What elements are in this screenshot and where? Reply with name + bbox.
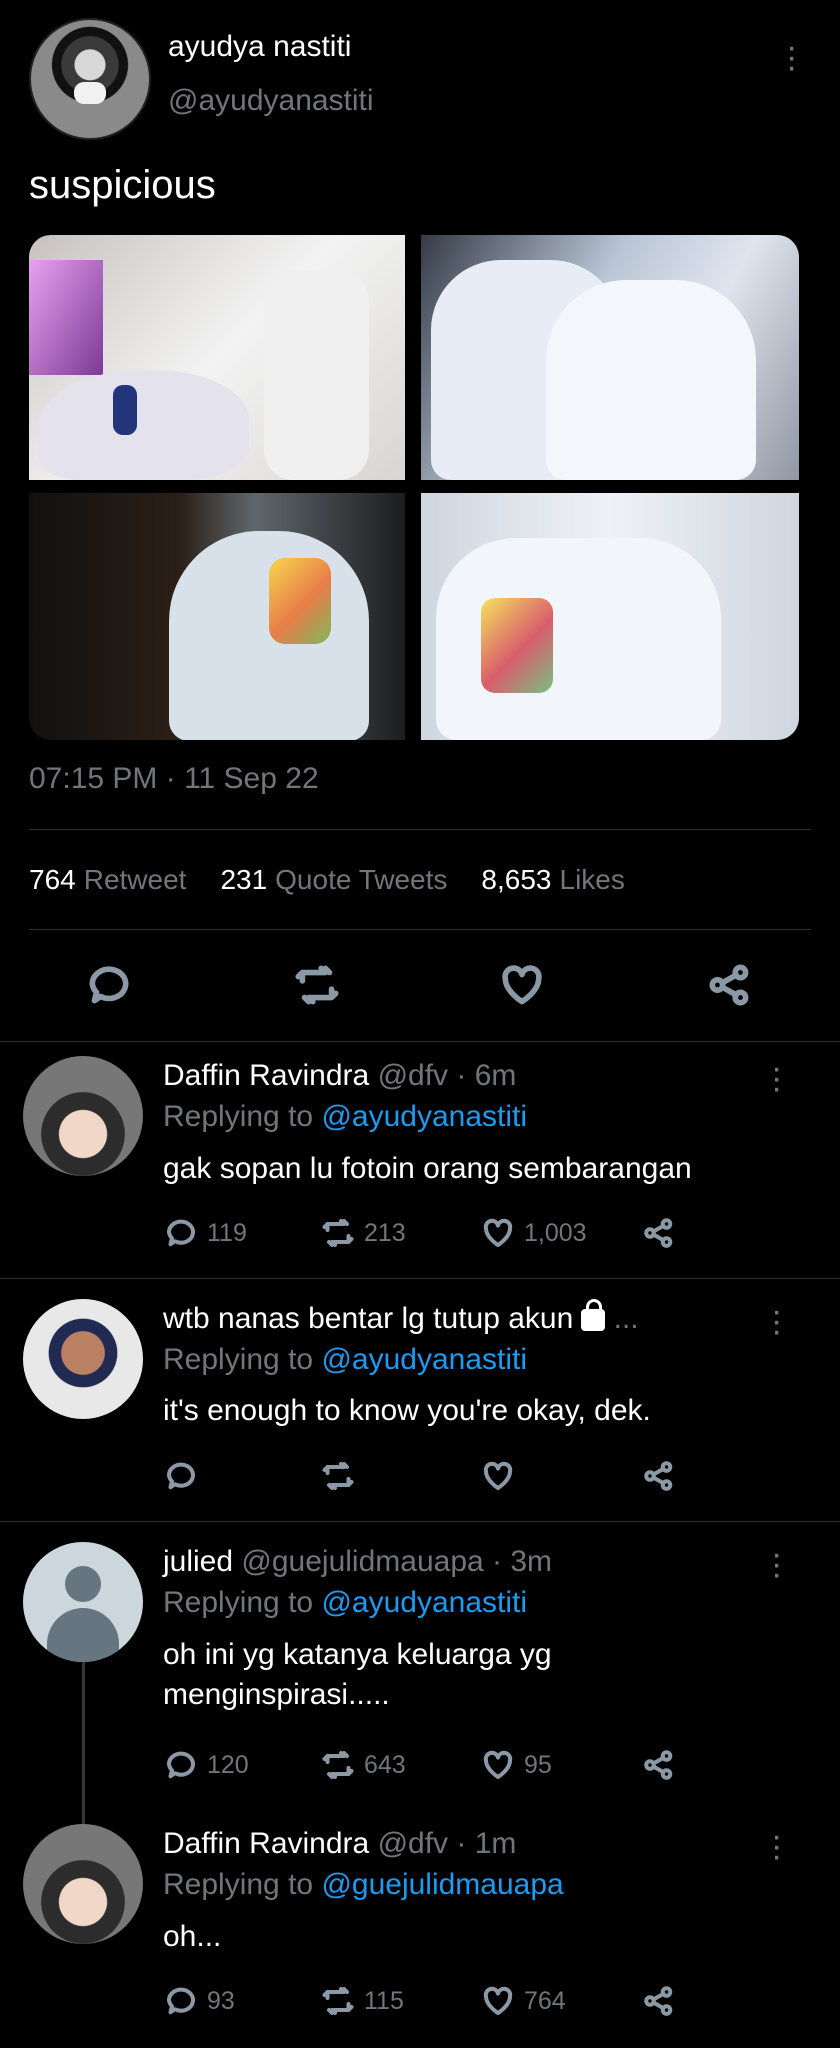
like-button[interactable]: 764 (480, 1983, 566, 2019)
more-options-icon[interactable]: · · · (771, 1819, 782, 1873)
retweet-button[interactable] (320, 1458, 364, 1494)
replying-to: Replying to @ayudyanastiti (163, 1343, 527, 1376)
more-options-icon[interactable]: · · · (771, 1051, 782, 1105)
reply-author[interactable]: Daffin Ravindra @dfv · 1m (163, 1827, 516, 1861)
reply-mention-link[interactable]: @ayudyanastiti (321, 1100, 527, 1133)
reply-button[interactable]: 93 (163, 1983, 235, 2019)
media-photo-2[interactable] (421, 235, 799, 480)
shirt-print (269, 558, 331, 644)
reply-author[interactable]: julied @guejulidmauapa · 3m (163, 1545, 552, 1579)
main-author-name[interactable]: ayudya nastiti (168, 30, 351, 64)
share-button[interactable] (641, 1747, 677, 1783)
standing-person (264, 270, 369, 480)
retweet-button[interactable]: 115 (320, 1983, 404, 2019)
hugging-people (436, 538, 721, 740)
reply-avatar[interactable] (23, 1299, 143, 1419)
lock-icon (581, 1299, 606, 1331)
like-button[interactable] (480, 1458, 524, 1494)
reply-tweet[interactable]: Daffin Ravindra @dfv · 1m · · · Replying t… (0, 1819, 840, 2048)
replying-to: Replying to @guejulidmauapa (163, 1868, 564, 1901)
reply-avatar[interactable] (23, 1824, 143, 1944)
reply-tweet[interactable]: wtb nanas bentar lg tutup akun ... · · · R… (0, 1294, 840, 1523)
reply-mention-link[interactable]: @ayudyanastiti (321, 1343, 527, 1376)
reply-action-bar: 119 213 1,003 (163, 1215, 683, 1259)
share-icon[interactable] (705, 960, 755, 1015)
share-button[interactable] (641, 1458, 677, 1494)
blue-can (113, 385, 137, 435)
default-avatar[interactable] (23, 1542, 143, 1662)
divider (0, 1041, 840, 1042)
media-photo-4[interactable] (421, 493, 799, 740)
share-button[interactable] (641, 1215, 677, 1251)
reply-mention-link[interactable]: @guejulidmauapa (321, 1868, 563, 1901)
purple-wall-art (29, 260, 103, 375)
main-author-handle[interactable]: @ayudyanastiti (168, 84, 374, 118)
divider (29, 929, 811, 930)
reply-button[interactable]: 120 (163, 1747, 249, 1783)
reply-mention-link[interactable]: @ayudyanastiti (321, 1586, 527, 1619)
reply-button[interactable] (163, 1458, 207, 1494)
tweet-timestamp[interactable]: 07:15 PM · 11 Sep 22 (29, 762, 319, 796)
reply-text: oh ini yg katanya keluarga yg menginspira… (163, 1638, 552, 1711)
likes-stat[interactable]: 8,653 Likes (481, 864, 624, 896)
reply-button[interactable]: 119 (163, 1215, 247, 1251)
retweet-icon[interactable] (292, 960, 342, 1015)
reply-author[interactable]: Daffin Ravindra @dfv · 6m (163, 1059, 516, 1093)
avatar-face-mask (74, 82, 106, 104)
like-button[interactable]: 95 (480, 1747, 552, 1783)
person-right (546, 280, 756, 480)
replying-to: Replying to @ayudyanastiti (163, 1100, 527, 1133)
reply-tweet[interactable]: Daffin Ravindra @dfv · 6m · · · Replying t… (0, 1051, 840, 1278)
replying-to: Replying to @ayudyanastiti (163, 1586, 527, 1619)
more-options-icon[interactable]: · · · (771, 1294, 782, 1348)
reply-avatar[interactable] (23, 1056, 143, 1176)
reply-author[interactable]: wtb nanas bentar lg tutup akun ... (163, 1299, 639, 1336)
reply-action-bar: 120 643 95 (163, 1747, 683, 1791)
media-grid (29, 235, 799, 740)
divider (29, 829, 811, 830)
reply-action-bar (163, 1458, 683, 1502)
like-button[interactable]: 1,003 (480, 1215, 587, 1251)
heart-icon[interactable] (497, 960, 547, 1015)
divider (0, 1521, 840, 1522)
retweet-button[interactable]: 643 (320, 1747, 406, 1783)
divider (0, 1278, 840, 1279)
reply-tweet[interactable]: julied @guejulidmauapa · 3m · · · Replying… (0, 1537, 840, 1823)
quotes-stat[interactable]: 231 Quote Tweets (220, 864, 447, 896)
media-photo-1[interactable] (29, 235, 405, 480)
reply-text: oh... (163, 1920, 222, 1953)
share-button[interactable] (641, 1983, 677, 2019)
retweet-button[interactable]: 213 (320, 1215, 406, 1251)
main-action-bar (0, 955, 840, 1025)
more-options-icon[interactable]: · · · (771, 1537, 782, 1591)
more-options-icon[interactable]: · · · (786, 30, 797, 84)
retweets-stat[interactable]: 764 Retweet (29, 864, 186, 896)
person-lying (39, 370, 249, 480)
engagement-stats: 764 Retweet 231 Quote Tweets 8,653 Likes (29, 864, 625, 896)
reply-text: it's enough to know you're okay, dek. (163, 1394, 651, 1427)
reply-action-bar: 93 115 764 (163, 1983, 683, 2027)
reply-icon[interactable] (84, 960, 134, 1015)
white-shirt-person (169, 531, 369, 740)
reply-text: gak sopan lu fotoin orang sembarangan (163, 1152, 692, 1185)
butter-shirt-print (481, 598, 553, 693)
tweet-text: suspicious (29, 163, 216, 207)
media-photo-3[interactable] (29, 493, 405, 740)
main-avatar[interactable] (29, 18, 151, 140)
